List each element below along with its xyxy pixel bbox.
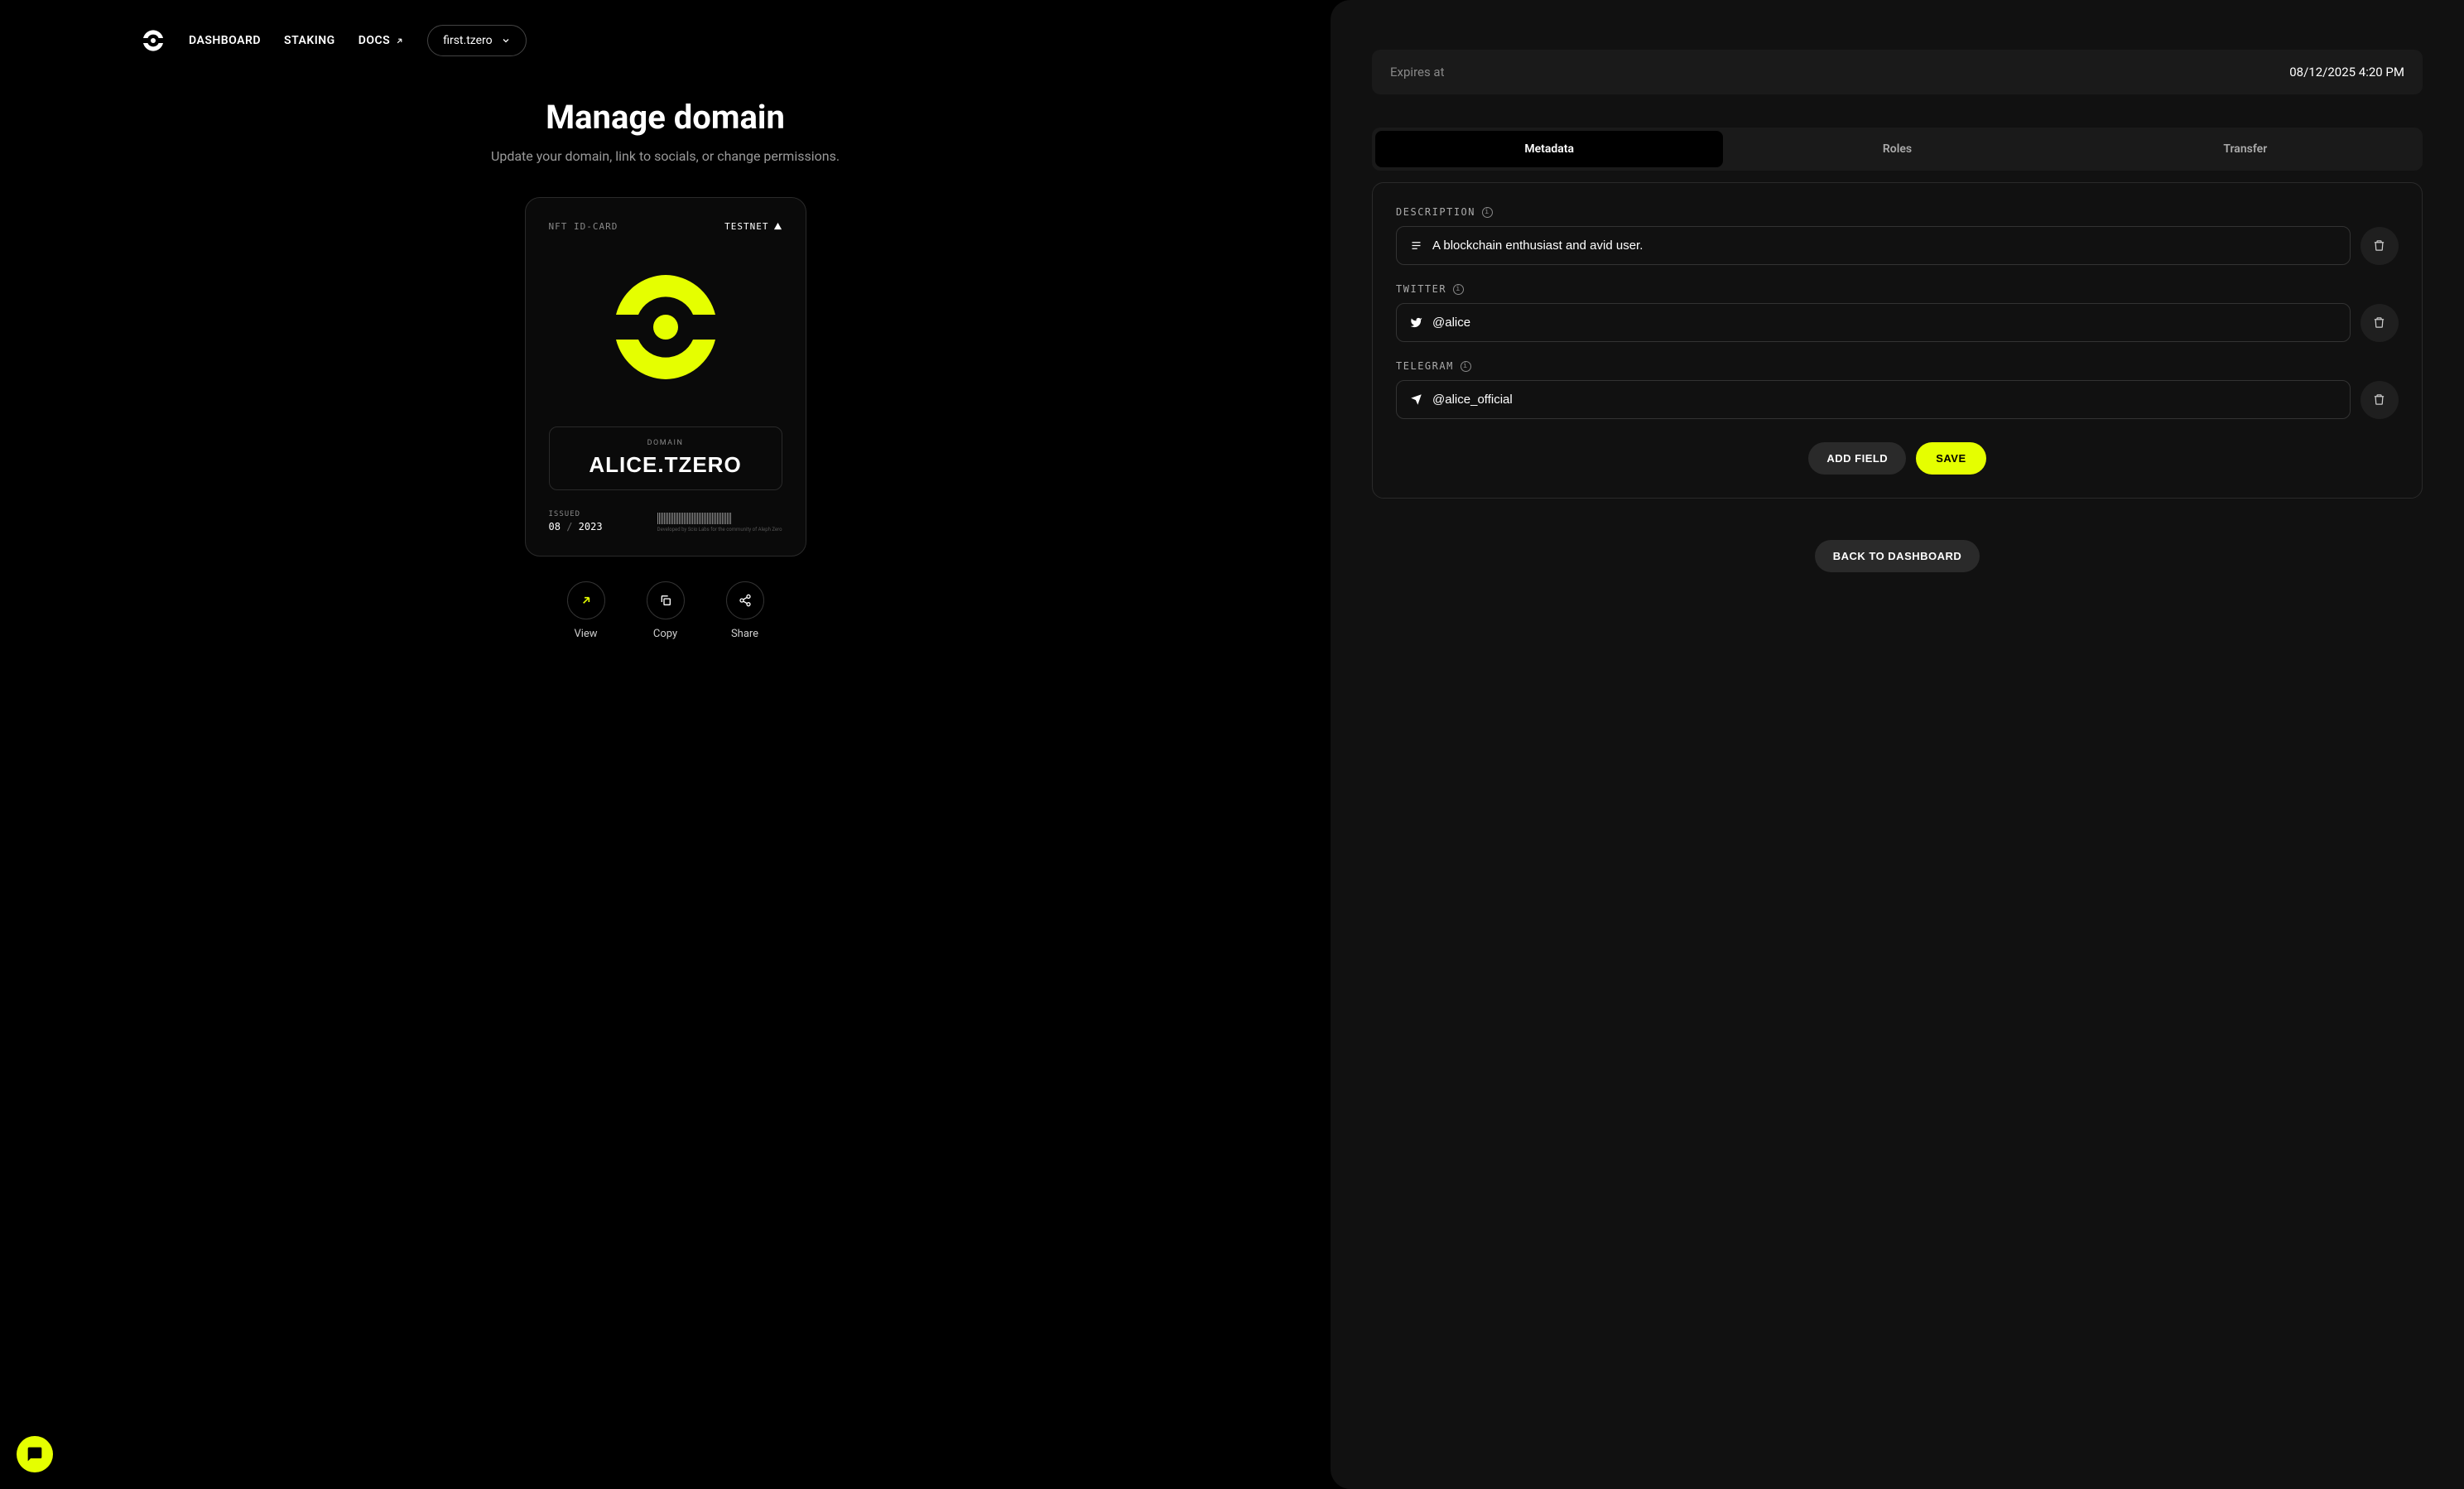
domain-selector-label: first.tzero (443, 34, 492, 47)
tabs: Metadata Roles Transfer (1372, 128, 2423, 171)
twitter-label: TWITTER i (1396, 283, 2399, 295)
trash-icon (2373, 316, 2385, 329)
nav-dashboard[interactable]: DASHBOARD (189, 34, 261, 47)
metadata-form: DESCRIPTION i TWITTER i (1372, 182, 2423, 499)
twitter-input[interactable] (1432, 316, 2336, 330)
telegram-icon (1410, 393, 1422, 406)
telegram-label: TELEGRAM i (1396, 360, 2399, 372)
domain-box: DOMAIN ALICE.TZERO (549, 426, 782, 490)
add-field-button[interactable]: ADD FIELD (1808, 442, 1906, 475)
expires-row: Expires at 08/12/2025 4:20 PM (1372, 50, 2423, 94)
nav-docs-label: DOCS (359, 34, 390, 47)
delete-telegram-button[interactable] (2361, 381, 2399, 419)
description-label: DESCRIPTION i (1396, 206, 2399, 218)
issued-label: ISSUED (549, 510, 603, 518)
nft-id-card: NFT ID-CARD TESTNET DOMAIN ALICE.TZERO I… (525, 197, 806, 557)
barcode-graphic (657, 513, 732, 524)
back-to-dashboard-button[interactable]: BACK TO DASHBOARD (1815, 540, 1980, 572)
telegram-input[interactable] (1432, 393, 2336, 407)
twitter-icon (1410, 316, 1422, 329)
view-action[interactable]: View (567, 581, 605, 640)
page-subtitle: Update your domain, link to socials, or … (0, 148, 1331, 164)
warning-icon (773, 222, 782, 231)
app-logo-icon (141, 28, 166, 53)
card-header-left: NFT ID-CARD (549, 221, 618, 232)
external-link-icon (395, 36, 404, 46)
top-nav: DASHBOARD STAKING DOCS first.tzero (0, 25, 1331, 56)
chat-widget-button[interactable] (17, 1436, 53, 1472)
tab-metadata[interactable]: Metadata (1375, 131, 1723, 167)
expires-value: 08/12/2025 4:20 PM (2289, 65, 2404, 80)
description-input[interactable] (1432, 239, 2336, 253)
share-icon (739, 594, 752, 607)
issued-date: 08 / 2023 (549, 521, 603, 532)
view-label: View (574, 628, 597, 640)
nav-staking[interactable]: STAKING (284, 34, 335, 47)
chat-icon (26, 1446, 43, 1462)
telegram-input-wrap[interactable] (1396, 380, 2351, 419)
delete-twitter-button[interactable] (2361, 304, 2399, 342)
share-label: Share (731, 628, 758, 640)
description-input-wrap[interactable] (1396, 226, 2351, 265)
info-icon[interactable]: i (1482, 207, 1493, 218)
copy-action[interactable]: Copy (647, 581, 685, 640)
copy-icon (659, 594, 672, 607)
expires-label: Expires at (1390, 65, 1444, 80)
arrow-up-right-icon (580, 594, 593, 607)
tab-roles[interactable]: Roles (1723, 131, 2071, 167)
text-icon (1410, 239, 1422, 252)
info-icon[interactable]: i (1453, 284, 1464, 295)
info-icon[interactable]: i (1461, 361, 1471, 372)
share-action[interactable]: Share (726, 581, 764, 640)
tab-transfer[interactable]: Transfer (2072, 131, 2419, 167)
copy-label: Copy (653, 628, 677, 640)
domain-name: ALICE.TZERO (561, 452, 770, 478)
twitter-input-wrap[interactable] (1396, 303, 2351, 342)
domain-label: DOMAIN (561, 439, 770, 447)
nav-docs[interactable]: DOCS (359, 34, 404, 47)
card-logo-icon (549, 265, 782, 389)
save-button[interactable]: SAVE (1916, 442, 1985, 475)
trash-icon (2373, 393, 2385, 406)
page-title: Manage domain (0, 98, 1331, 137)
delete-description-button[interactable] (2361, 227, 2399, 265)
chevron-down-icon (501, 36, 511, 46)
card-header-right: TESTNET (724, 221, 782, 232)
fine-print: Developed by Scio Labs for the community… (657, 527, 782, 532)
trash-icon (2373, 239, 2385, 252)
domain-selector[interactable]: first.tzero (427, 25, 526, 56)
